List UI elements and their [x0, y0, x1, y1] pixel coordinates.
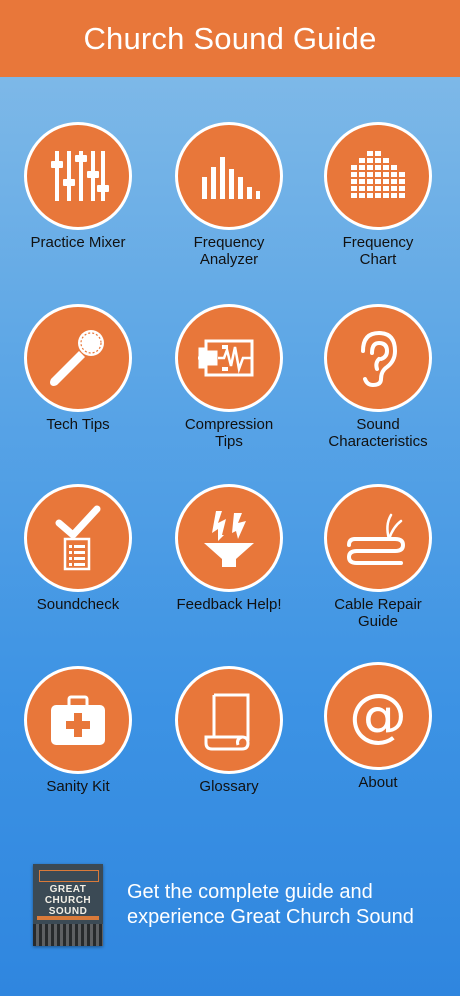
feedback-help-button[interactable]: Feedback Help!	[154, 484, 304, 644]
glossary-circle[interactable]	[175, 666, 283, 774]
frequency-chart-icon	[351, 151, 405, 198]
book-cover-image[interactable]: GREAT CHURCH SOUND	[33, 864, 103, 946]
sound-characteristics-button[interactable]: Sound Characteristics	[303, 304, 453, 464]
glossary-label: Glossary	[199, 778, 259, 795]
soundcheck-button[interactable]: Soundcheck	[3, 484, 153, 644]
frequency-analyzer-circle[interactable]	[175, 122, 283, 230]
feedback-help-circle[interactable]	[175, 484, 283, 592]
sound-characteristics-circle[interactable]	[324, 304, 432, 412]
feedback-help-label: Feedback Help!	[176, 596, 282, 613]
cable-repair-guide-label: Cable Repair Guide	[334, 596, 422, 630]
checklist-icon	[55, 505, 101, 571]
frequency-chart-button[interactable]: Frequency Chart	[303, 122, 453, 282]
compression-tips-circle[interactable]	[175, 304, 283, 412]
practice-mixer-circle[interactable]	[24, 122, 132, 230]
frequency-chart-label: Frequency Chart	[342, 234, 414, 268]
practice-mixer-button[interactable]: Practice Mixer	[3, 122, 153, 282]
frequency-chart-circle[interactable]	[324, 122, 432, 230]
frequency-bars-icon	[202, 157, 260, 199]
tech-tips-button[interactable]: Tech Tips	[3, 304, 153, 464]
ear-icon	[361, 330, 398, 388]
sanity-kit-button[interactable]: Sanity Kit	[3, 666, 153, 826]
compression-tips-button[interactable]: Compression Tips	[154, 304, 304, 464]
scroll-icon	[204, 693, 250, 751]
at-sign-icon: @	[349, 683, 407, 749]
about-circle[interactable]: @	[324, 662, 432, 770]
app-title: Church Sound Guide	[83, 20, 377, 56]
frequency-analyzer-button[interactable]: Frequency Analyzer	[154, 122, 304, 282]
about-button[interactable]: @ About	[303, 662, 453, 822]
about-label: About	[358, 774, 398, 791]
app-header: Church Sound Guide	[0, 0, 460, 77]
sanity-kit-label: Sanity Kit	[46, 778, 110, 795]
glossary-button[interactable]: Glossary	[154, 666, 304, 826]
cable-repair-guide-circle[interactable]	[324, 484, 432, 592]
feedback-speaker-icon	[204, 511, 254, 567]
guide-promo-banner[interactable]: GREAT CHURCH SOUND Get the complete guid…	[33, 864, 433, 946]
svg-text:@: @	[349, 683, 407, 749]
compression-tips-label: Compression Tips	[184, 416, 274, 450]
practice-mixer-label: Practice Mixer	[30, 234, 126, 251]
cable-repair-guide-button[interactable]: Cable Repair Guide	[303, 484, 453, 644]
promo-text[interactable]: Get the complete guide and experience Gr…	[127, 880, 414, 930]
first-aid-kit-icon	[51, 695, 105, 745]
tech-tips-circle[interactable]	[24, 304, 132, 412]
soundcheck-circle[interactable]	[24, 484, 132, 592]
tech-tips-label: Tech Tips	[46, 416, 110, 433]
sanity-kit-circle[interactable]	[24, 666, 132, 774]
cable-icon	[346, 513, 406, 565]
mixer-faders-icon	[51, 151, 109, 201]
soundcheck-label: Soundcheck	[36, 596, 120, 613]
microphone-icon	[50, 330, 104, 386]
sound-characteristics-label: Sound Characteristics	[328, 416, 428, 450]
frequency-analyzer-label: Frequency Analyzer	[193, 234, 265, 268]
compression-clamp-icon	[198, 339, 254, 377]
